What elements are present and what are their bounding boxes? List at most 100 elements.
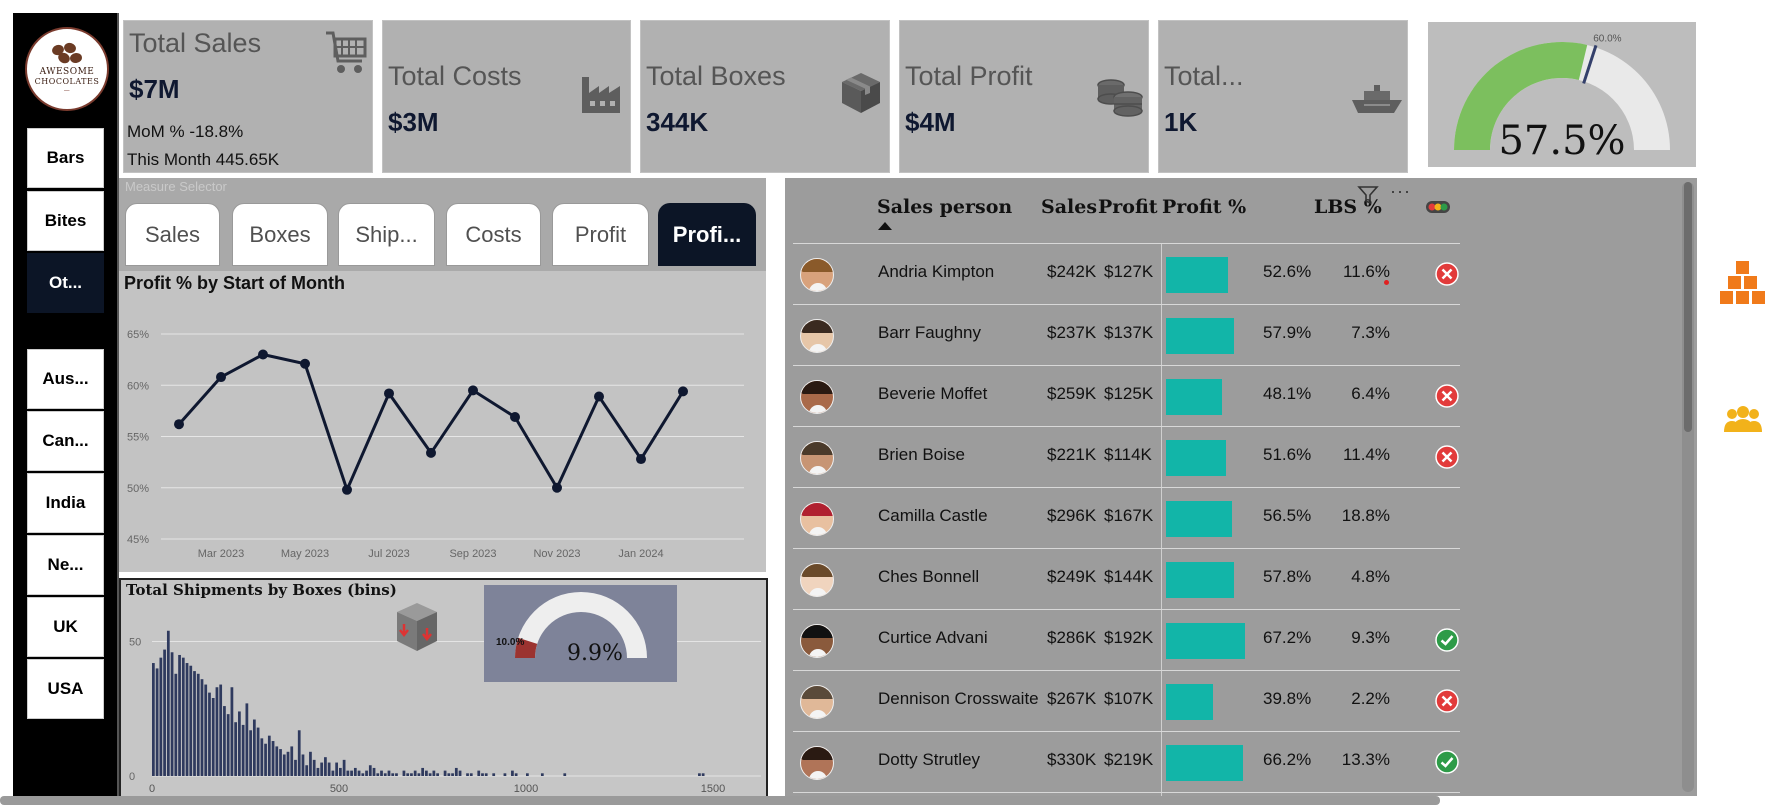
kpi-title: Total Boxes (646, 61, 786, 91)
table-row[interactable]: Ches Bonnell $249K $144K 57.8% 4.8% (793, 549, 1460, 610)
broken-box-icon (397, 603, 437, 651)
table-row[interactable]: Beverie Moffet $259K $125K 48.1% 6.4% (793, 366, 1460, 427)
page-horizontal-scrollbar[interactable] (0, 796, 1440, 805)
filter-icon[interactable] (1357, 184, 1379, 206)
slicer-country-nz[interactable]: Ne... (27, 535, 104, 595)
table-row[interactable]: Dennison Crosswaite $267K $107K 39.8% 2.2% (793, 671, 1460, 732)
kpi-total-shipments[interactable]: Total... 1K (1158, 20, 1408, 173)
more-options-icon[interactable]: ··· (1390, 181, 1411, 202)
measure-option-shipments[interactable]: Ship... (338, 203, 435, 266)
profit-pct-bar (1166, 440, 1226, 476)
measure-option-boxes[interactable]: Boxes (232, 203, 328, 266)
histogram-bar (342, 759, 346, 776)
slicer-country-usa[interactable]: USA (27, 659, 104, 719)
table-row[interactable]: Dotty Strutley $330K $219K 66.2% 13.3% (793, 732, 1460, 793)
shipments-histogram[interactable]: Total Shipments by Boxes (bins) 50 0 0 500 1… (119, 578, 768, 800)
cell-profit: $219K (1104, 750, 1154, 769)
box-icon (842, 73, 880, 113)
slicer-country-uk[interactable]: UK (27, 597, 104, 657)
histogram-bar (152, 663, 155, 776)
col-header-sales-person[interactable]: Sales person (877, 196, 1012, 218)
avatar (800, 258, 834, 292)
avatar (800, 746, 834, 780)
fail-status-icon (1435, 689, 1459, 713)
measure-option-profit[interactable]: Profit (552, 203, 649, 266)
brand-logo: AWESOME CHOCOLATES — (25, 27, 109, 111)
histogram-bar (481, 773, 484, 776)
y-tick-label: 50 (129, 637, 141, 649)
cell-profit: $167K (1104, 506, 1154, 525)
histogram-bar (428, 773, 432, 776)
chocolate-logo-icon (50, 41, 84, 66)
cell-profit-pct: 57.9% (1263, 323, 1312, 342)
gauge-target-label: 60.0% (1593, 34, 1621, 45)
measure-option-profit-pct[interactable]: Profi... (658, 203, 756, 266)
slicer-country-australia[interactable]: Aus... (27, 349, 104, 409)
kpi-total-boxes[interactable]: Total Boxes 344K (640, 20, 890, 173)
gauge-value: 57.5% (1498, 118, 1625, 164)
data-point (510, 412, 520, 423)
profit-line-chart[interactable]: Profit % by Start of Month 65% 60% 55% 50% 4… (119, 270, 766, 572)
histogram-bar (282, 754, 286, 776)
cell-profit: $107K (1104, 689, 1154, 708)
histogram-bar (297, 730, 301, 776)
col-header-sales[interactable]: Sales (1041, 196, 1097, 218)
table-row[interactable]: Barr Faughny $237K $137K 57.9% 7.3% (793, 305, 1460, 366)
x-tick-label: Jan 2024 (618, 548, 663, 560)
mini-gauge[interactable]: 9.9% 10.0% (484, 585, 677, 682)
col-header-profit[interactable]: Profit (1098, 196, 1158, 218)
histogram-bar (305, 765, 309, 776)
histogram-bar (526, 773, 529, 776)
avatar (800, 624, 834, 658)
histogram-bar (484, 773, 488, 776)
histogram-bar (443, 770, 447, 776)
cell-lbs-pct: 7.3% (1351, 323, 1390, 342)
table-row[interactable]: Camilla Castle $296K $167K 56.5% 18.8% (793, 488, 1460, 549)
histogram-bar (249, 730, 252, 776)
coins-icon (1097, 79, 1143, 117)
cell-profit-pct: 66.2% (1263, 750, 1312, 769)
slicer-category-bites[interactable]: Bites (27, 191, 104, 251)
x-tick-label: May 2023 (281, 548, 329, 560)
histogram-bar (380, 770, 383, 776)
histogram-bar (256, 727, 260, 776)
table-row[interactable]: Andria Kimpton $242K $127K 52.6% 11.6% (793, 244, 1460, 305)
kpi-total-profit[interactable]: Total Profit $4M (899, 20, 1149, 173)
histogram-bar (425, 770, 428, 776)
histogram-bar (238, 711, 241, 776)
logo-line2: CHOCOLATES (34, 77, 100, 86)
scrollbar-thumb[interactable] (1684, 182, 1692, 432)
histogram-bar (477, 770, 481, 776)
histogram-bar (402, 770, 406, 776)
table-row[interactable]: Brien Boise $221K $114K 51.6% 11.4% (793, 427, 1460, 488)
histogram-bar (312, 759, 316, 776)
measure-option-sales[interactable]: Sales (125, 203, 220, 266)
histogram-bar (372, 767, 376, 776)
histogram-bar (223, 706, 226, 776)
histogram-bar (376, 773, 380, 776)
histogram-bar (196, 673, 200, 776)
kpi-title: Total... (1164, 61, 1244, 91)
histogram-bar (170, 652, 174, 776)
measure-option-costs[interactable]: Costs (446, 203, 541, 266)
kpi-value: 344K (646, 107, 709, 137)
col-header-profit-pct[interactable]: Profit % (1162, 196, 1246, 218)
histogram-bar (200, 679, 204, 776)
histogram-bar (301, 754, 305, 776)
kpi-total-sales[interactable]: Total Sales $7M MoM % -18.8% This Month … (123, 20, 373, 173)
table-scrollbar[interactable] (1682, 182, 1694, 792)
histogram-bar (417, 773, 421, 776)
kpi-total-costs[interactable]: Total Costs $3M (382, 20, 631, 173)
slicer-country-canada[interactable]: Can... (27, 411, 104, 471)
boxes-stack-icon (1720, 261, 1765, 304)
slicer-category-other[interactable]: Ot... (27, 253, 104, 313)
slicer-country-india[interactable]: India (27, 473, 104, 533)
profit-gauge[interactable]: 60.0% 57.5% (1428, 22, 1696, 167)
measure-selector-title: Measure Selector (125, 179, 227, 194)
cell-sales: $259K (1047, 384, 1097, 403)
histogram-bar (234, 722, 238, 776)
histogram-bar (383, 773, 387, 776)
table-row[interactable]: Curtice Advani $286K $192K 67.2% 9.3% (793, 610, 1460, 671)
slicer-category-bars[interactable]: Bars (27, 128, 104, 188)
histogram-bar (166, 630, 170, 776)
